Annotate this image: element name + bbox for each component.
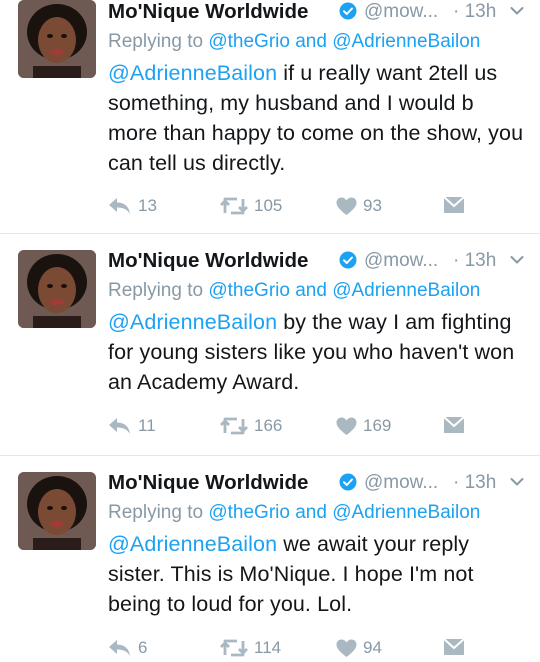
verified-badge-icon: [339, 2, 357, 20]
chevron-down-icon[interactable]: [510, 475, 524, 489]
replying-and: and: [295, 31, 327, 52]
verified-badge-icon: [339, 251, 357, 269]
tweet-2[interactable]: Mo'Nique Worldwide @mow... · 13h Replyin…: [0, 249, 540, 454]
handle[interactable]: @mow...: [364, 250, 438, 272]
heart-icon: [336, 197, 357, 215]
replying-to-link-thegrio[interactable]: @theGrio: [208, 502, 290, 523]
handle[interactable]: @mow...: [364, 1, 438, 23]
mention-link[interactable]: @AdrienneBailon: [108, 310, 277, 334]
replying-to: Replying to @theGrio and @AdrienneBailon: [108, 31, 528, 53]
retweet-icon: [220, 639, 248, 657]
mention-link[interactable]: @AdrienneBailon: [108, 61, 277, 85]
tweet-text: @AdrienneBailon by the way I am fighting…: [108, 307, 528, 397]
avatar-image: [18, 0, 96, 78]
replying-prefix: Replying to: [108, 502, 204, 523]
replying-to-link-adriennebailon[interactable]: @AdrienneBailon: [332, 502, 480, 523]
heart-icon: [336, 639, 357, 657]
retweet-count: 114: [254, 638, 282, 657]
replying-to-link-thegrio[interactable]: @theGrio: [208, 31, 290, 52]
direct-message-button[interactable]: [443, 416, 465, 434]
avatar[interactable]: [18, 472, 96, 550]
direct-message-icon: [443, 638, 465, 655]
reply-count: 11: [138, 416, 156, 435]
replying-prefix: Replying to: [108, 31, 204, 52]
retweet-button[interactable]: 114: [220, 638, 281, 658]
direct-message-icon: [443, 196, 465, 213]
reply-icon: [109, 640, 130, 656]
display-name[interactable]: Mo'Nique Worldwide: [108, 249, 308, 273]
like-button[interactable]: 94: [336, 638, 382, 658]
mention-link[interactable]: @AdrienneBailon: [108, 532, 277, 556]
reply-count: 6: [138, 638, 148, 657]
avatar-image: [18, 472, 96, 550]
tweet-actions: 13 105 93: [108, 196, 528, 220]
like-button[interactable]: 93: [336, 196, 382, 216]
tweet-actions: 6 114 94: [108, 638, 528, 662]
avatar-image: [18, 250, 96, 328]
display-name[interactable]: Mo'Nique Worldwide: [108, 471, 308, 495]
replying-to-link-thegrio[interactable]: @theGrio: [208, 280, 290, 301]
replying-to-link-adriennebailon[interactable]: @AdrienneBailon: [332, 280, 480, 301]
tweet-text: @AdrienneBailon if u really want 2tell u…: [108, 58, 528, 178]
chevron-down-icon[interactable]: [510, 4, 524, 18]
tweet-3[interactable]: Mo'Nique Worldwide @mow... · 13h Replyin…: [0, 471, 540, 662]
divider: [0, 455, 540, 456]
replying-to: Replying to @theGrio and @AdrienneBailon: [108, 280, 528, 302]
direct-message-button[interactable]: [443, 638, 465, 656]
direct-message-icon: [443, 416, 465, 433]
tweet-feed: Mo'Nique Worldwide @mow... · 13h Replyin…: [0, 0, 540, 662]
replying-and: and: [295, 280, 327, 301]
replying-prefix: Replying to: [108, 280, 204, 301]
replying-to-link-adriennebailon[interactable]: @AdrienneBailon: [332, 31, 480, 52]
tweet-text: @AdrienneBailon we await your reply sist…: [108, 529, 528, 619]
reply-count: 13: [138, 196, 157, 215]
timestamp[interactable]: · 13h: [453, 1, 496, 23]
reply-button[interactable]: 13: [108, 196, 157, 216]
verified-badge-icon: [339, 473, 357, 491]
heart-icon: [336, 417, 357, 435]
retweet-icon: [220, 417, 248, 435]
avatar[interactable]: [18, 0, 96, 78]
like-count: 169: [363, 416, 392, 435]
display-name[interactable]: Mo'Nique Worldwide: [108, 0, 308, 24]
reply-button[interactable]: 6: [108, 638, 147, 658]
timestamp[interactable]: · 13h: [453, 250, 496, 272]
reply-button[interactable]: 11: [108, 416, 156, 436]
reply-icon: [109, 198, 130, 214]
like-count: 93: [363, 196, 382, 215]
retweet-button[interactable]: 166: [220, 416, 282, 436]
replying-and: and: [295, 502, 327, 523]
retweet-button[interactable]: 105: [220, 196, 282, 216]
timestamp[interactable]: · 13h: [453, 472, 496, 494]
replying-to: Replying to @theGrio and @AdrienneBailon: [108, 502, 528, 524]
retweet-count: 166: [254, 416, 283, 435]
direct-message-button[interactable]: [443, 196, 465, 214]
handle[interactable]: @mow...: [364, 472, 438, 494]
reply-icon: [109, 418, 130, 434]
tweet-actions: 11 166 169: [108, 416, 528, 440]
avatar[interactable]: [18, 250, 96, 328]
chevron-down-icon[interactable]: [510, 253, 524, 267]
retweet-icon: [220, 197, 248, 215]
divider: [0, 233, 540, 234]
like-count: 94: [363, 638, 382, 657]
like-button[interactable]: 169: [336, 416, 391, 436]
tweet-1[interactable]: Mo'Nique Worldwide @mow... · 13h Replyin…: [0, 0, 540, 233]
retweet-count: 105: [254, 196, 283, 215]
